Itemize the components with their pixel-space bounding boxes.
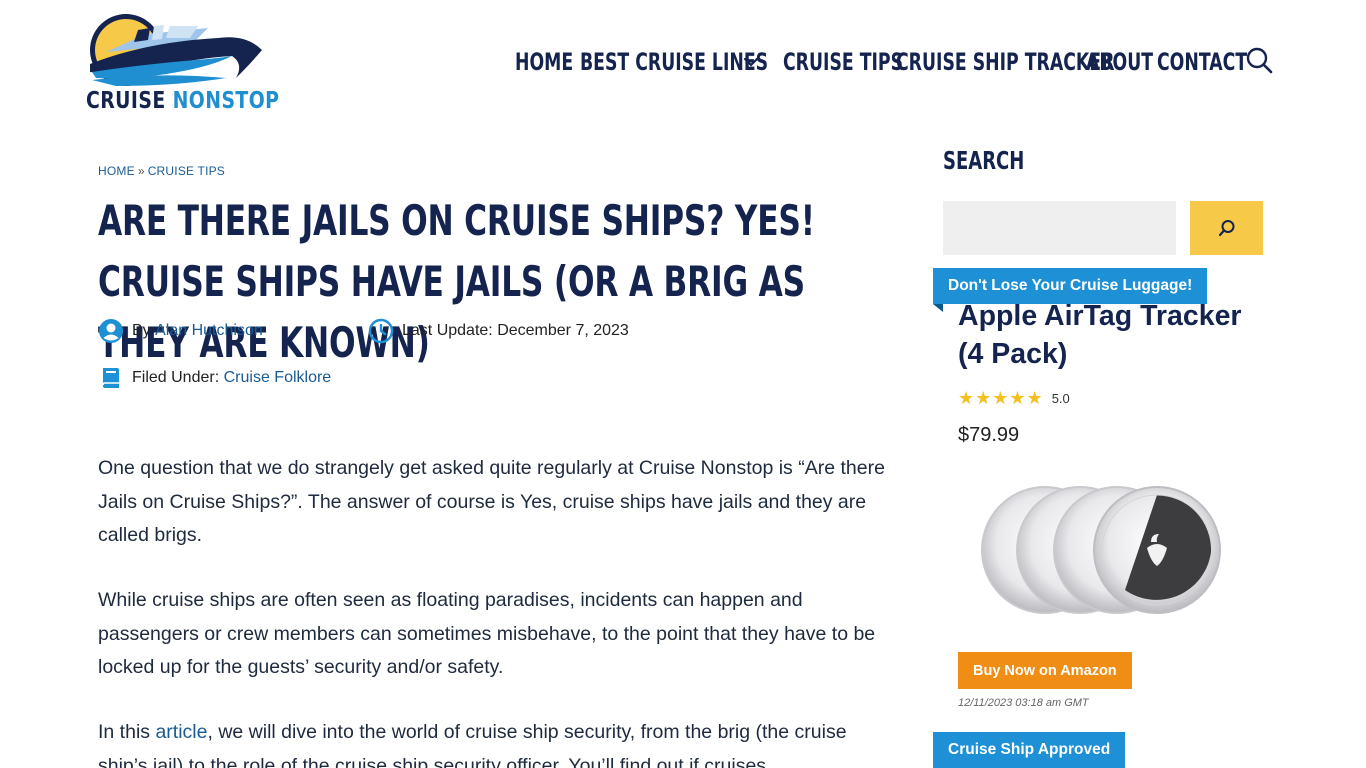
clock-icon: [368, 318, 394, 344]
sidebar-search-input[interactable]: [943, 201, 1176, 255]
p3-text-after: , we will dive into the world of cruise …: [98, 721, 847, 768]
author-meta: By Alan Hutchison: [98, 318, 263, 344]
buy-now-button[interactable]: Buy Now on Amazon: [958, 652, 1132, 689]
search-icon[interactable]: [1245, 46, 1273, 74]
filed-label: Filed Under:: [132, 369, 220, 386]
search-icon: [1218, 220, 1234, 237]
logo-wordmark: CRUISE NONSTOP: [86, 88, 279, 114]
book-icon: [102, 368, 119, 388]
article-link[interactable]: article: [155, 721, 207, 743]
nav-cruise-tips-label[interactable]: CRUISE TIPS: [783, 48, 903, 76]
nav-contact-label[interactable]: CONTACT: [1157, 48, 1247, 76]
nav-best-cruise-lines-label[interactable]: BEST CRUISE LINES: [580, 48, 768, 76]
nav-cruise-ship-tracker-label[interactable]: CRUISE SHIP TRACKER: [896, 48, 1114, 76]
author-link[interactable]: Alan Hutchison: [155, 322, 263, 340]
p3-text-before: In this: [98, 721, 156, 743]
updated-date: December 7, 2023: [497, 322, 629, 339]
page-title: Are There Jails on Cruise Ships? YES! Cr…: [98, 196, 815, 367]
category-meta: Filed Under: Cruise Folklore: [98, 365, 331, 391]
user-icon: [99, 319, 123, 343]
product-price: $79.99: [958, 424, 1020, 446]
category-link[interactable]: Cruise Folklore: [224, 369, 332, 387]
approved-ribbon: Cruise Ship Approved: [933, 732, 1126, 768]
cruise-ship-logo-icon: [90, 14, 262, 86]
breadcrumb-current[interactable]: CRUISE TIPS: [148, 164, 225, 178]
nav-about-label[interactable]: ABOUT: [1086, 48, 1153, 76]
author-prefix: By: [132, 322, 151, 339]
article-paragraph-3: In this article, we will dive into the w…: [98, 716, 898, 768]
nav-home-label[interactable]: HOME: [515, 48, 573, 76]
logo-word-cruise: CRUISE: [86, 88, 166, 114]
site-logo[interactable]: CRUISE NONSTOP: [86, 12, 279, 116]
airtag-product-image[interactable]: [975, 480, 1250, 620]
chevron-down-icon[interactable]: [742, 53, 760, 71]
star-rating-icons: ★★★★★: [958, 388, 1044, 408]
ribbon-fold: [933, 304, 943, 312]
update-meta: Last Update: December 7, 2023: [368, 318, 629, 344]
article-paragraph-2: While cruise ships are often seen as flo…: [98, 589, 876, 678]
sidebar-search-button[interactable]: [1190, 201, 1263, 255]
sidebar-search-title: SEARCH: [943, 146, 1025, 175]
rating-value: 5.0: [1051, 391, 1070, 406]
breadcrumb: HOME» CRUISE TIPS: [98, 164, 225, 178]
product-rating: ★★★★★ 5.0: [958, 388, 1070, 409]
breadcrumb-separator: »: [137, 164, 145, 178]
article-paragraph-1: One question that we do strangely get as…: [98, 457, 885, 546]
logo-word-nonstop: NONSTOP: [172, 88, 280, 114]
product-title[interactable]: Apple AirTag Tracker (4 Pack): [958, 297, 1258, 373]
updated-label: Last Update:: [402, 322, 493, 339]
breadcrumb-home[interactable]: HOME: [98, 164, 135, 178]
price-timestamp: 12/11/2023 03:18 am GMT: [958, 697, 1089, 709]
